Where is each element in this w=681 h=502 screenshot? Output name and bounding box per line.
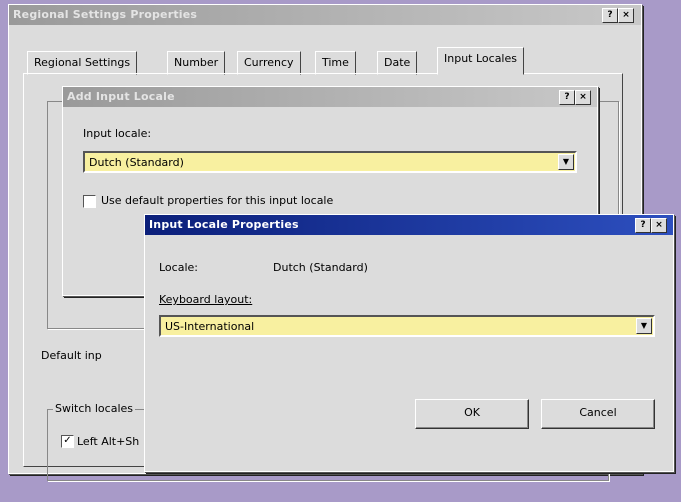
props-help-button[interactable]: ? <box>635 218 651 233</box>
cancel-button[interactable]: Cancel <box>541 399 655 429</box>
keyboard-layout-value: US-International <box>165 320 255 333</box>
add-help-button[interactable]: ? <box>559 90 575 105</box>
keyboard-layout-combo[interactable]: US-International ▼ <box>159 315 655 337</box>
use-default-label: Use default properties for this input lo… <box>101 194 334 207</box>
add-input-locale-titlebar[interactable]: Add Input Locale <box>63 87 597 107</box>
input-locale-properties-dialog: Input Locale Properties ? × Locale: Dutc… <box>144 214 674 472</box>
use-default-checkbox[interactable] <box>83 195 96 208</box>
default-input-label: Default inp <box>41 349 102 362</box>
tab-time[interactable]: Time <box>315 51 356 75</box>
add-input-locale-title: Add Input Locale <box>67 90 175 103</box>
left-alt-shift-label: Left Alt+Sh <box>77 435 140 448</box>
input-locale-combo[interactable]: Dutch (Standard) ▼ <box>83 151 577 173</box>
props-close-button[interactable]: × <box>651 218 667 233</box>
tab-number[interactable]: Number <box>167 51 226 75</box>
regional-settings-titlebar[interactable]: Regional Settings Properties <box>9 5 641 25</box>
tab-currency[interactable]: Currency <box>237 51 301 75</box>
input-locale-properties-titlebar[interactable]: Input Locale Properties <box>145 215 673 235</box>
input-locale-properties-title: Input Locale Properties <box>149 218 299 231</box>
tab-input-locales[interactable]: Input Locales <box>437 47 524 75</box>
left-alt-shift-radio[interactable]: ✓ <box>61 435 74 448</box>
ok-button[interactable]: OK <box>415 399 529 429</box>
switch-locales-label: Switch locales <box>53 402 135 415</box>
help-button[interactable]: ? <box>602 8 618 23</box>
locale-label: Locale: <box>159 261 198 274</box>
tab-regional-settings[interactable]: Regional Settings <box>27 51 138 75</box>
keyboard-layout-label: Keyboard layout: <box>159 293 253 306</box>
locale-value: Dutch (Standard) <box>273 261 368 274</box>
add-close-button[interactable]: × <box>575 90 591 105</box>
input-locale-value: Dutch (Standard) <box>89 156 184 169</box>
chevron-down-icon[interactable]: ▼ <box>558 154 574 170</box>
chevron-down-icon[interactable]: ▼ <box>636 318 652 334</box>
tab-date[interactable]: Date <box>377 51 418 75</box>
input-locale-label: Input locale: <box>83 127 152 140</box>
close-button[interactable]: × <box>618 8 634 23</box>
regional-settings-title: Regional Settings Properties <box>13 8 198 21</box>
